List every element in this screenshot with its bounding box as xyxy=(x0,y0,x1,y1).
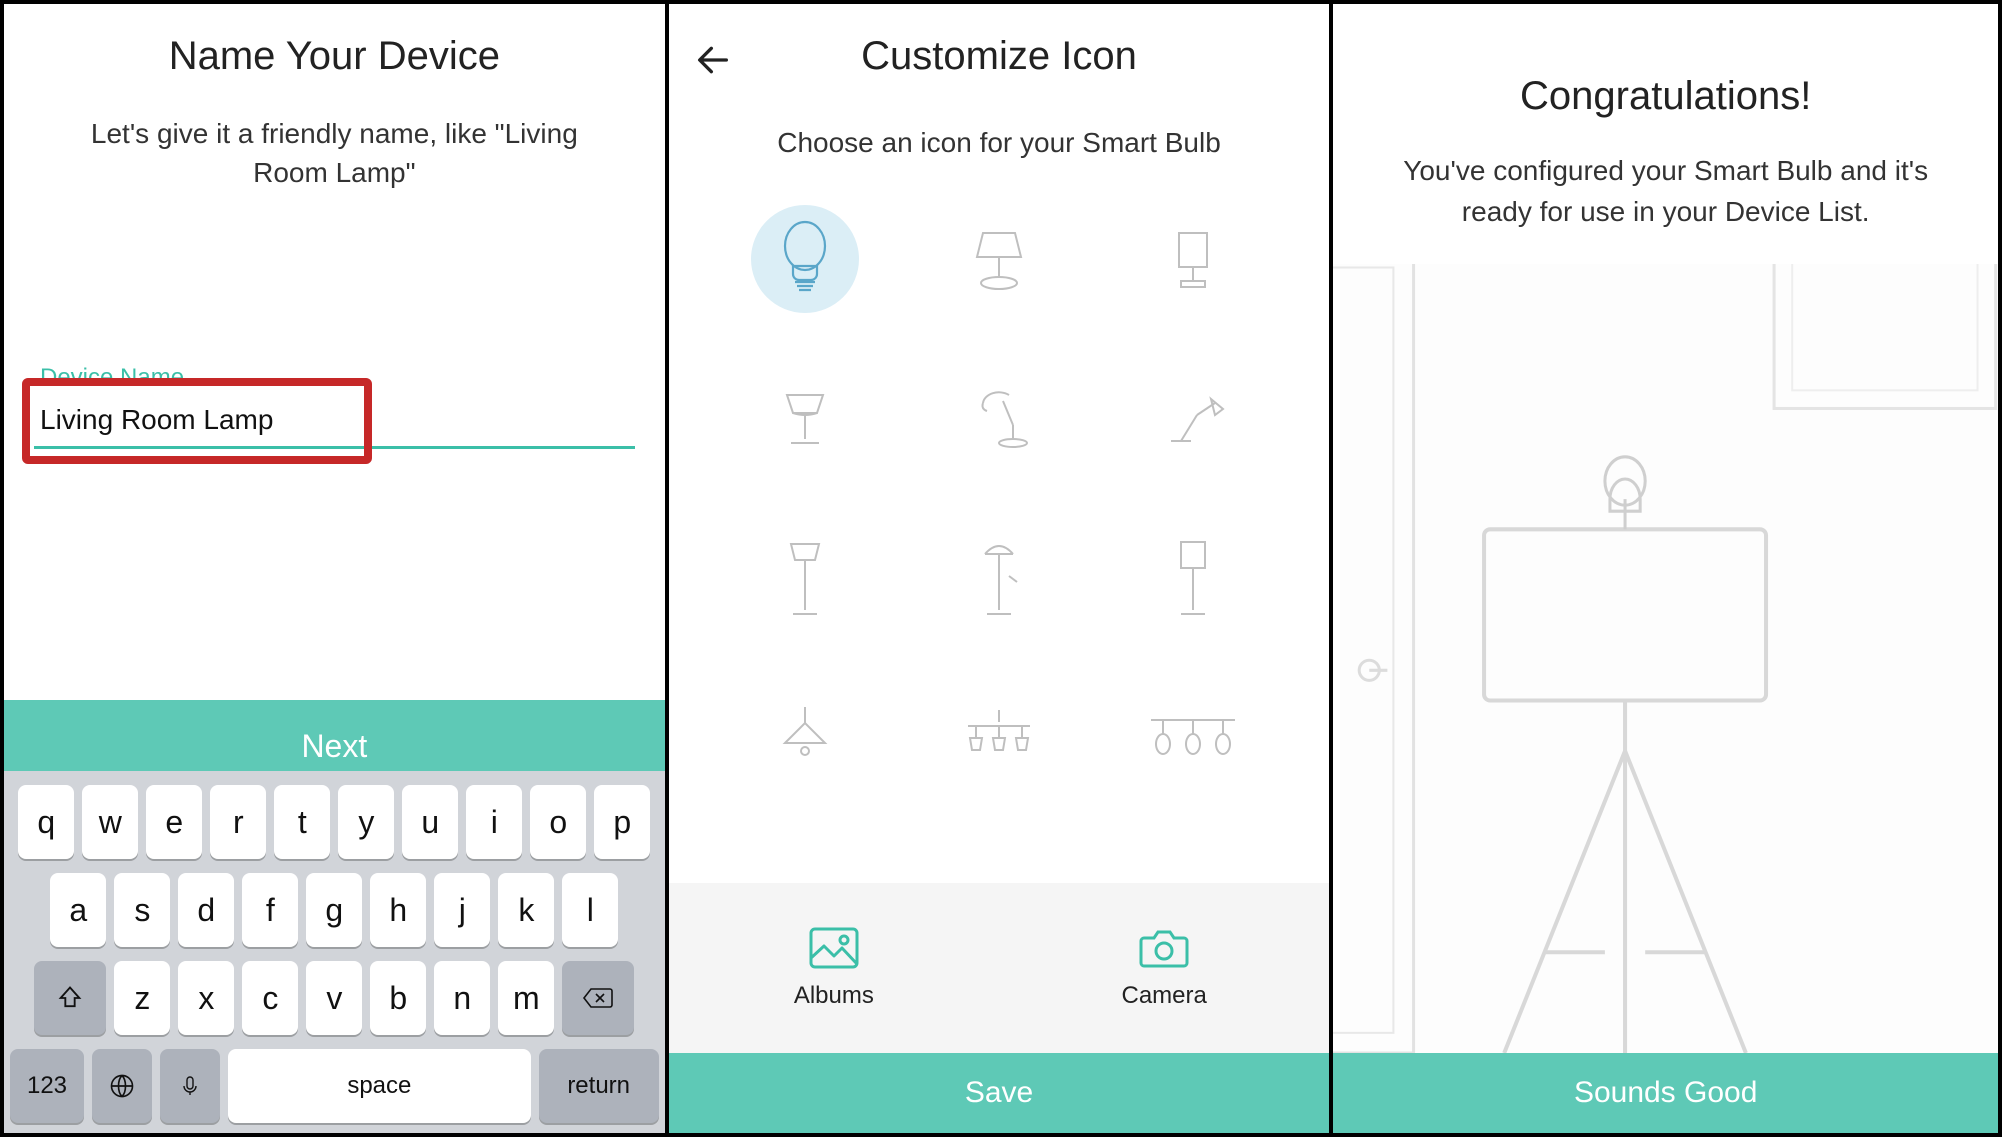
icon-option-table-lamp-classic[interactable] xyxy=(729,359,883,479)
albums-label: Albums xyxy=(794,982,874,1010)
key-j[interactable]: j xyxy=(434,873,490,947)
room-illustration xyxy=(1333,264,1998,1053)
camera-label: Camera xyxy=(1122,982,1207,1010)
key-v[interactable]: v xyxy=(306,961,362,1035)
icon-option-floor-lamp[interactable] xyxy=(729,519,883,639)
back-button[interactable] xyxy=(691,38,735,82)
numbers-key[interactable]: 123 xyxy=(10,1049,84,1123)
key-c[interactable]: c xyxy=(242,961,298,1035)
key-k[interactable]: k xyxy=(498,873,554,947)
key-r[interactable]: r xyxy=(210,785,266,859)
icon-option-box-lamp[interactable] xyxy=(1116,199,1270,319)
device-name-input[interactable] xyxy=(34,398,635,436)
page-title: Name Your Device xyxy=(4,34,665,79)
key-o[interactable]: o xyxy=(530,785,586,859)
space-key[interactable]: space xyxy=(228,1049,531,1123)
key-z[interactable]: z xyxy=(114,961,170,1035)
page-subtitle: Let's give it a friendly name, like "Liv… xyxy=(64,114,605,192)
icon-option-floor-box-lamp[interactable] xyxy=(1116,519,1270,639)
key-n[interactable]: n xyxy=(434,961,490,1035)
key-s[interactable]: s xyxy=(114,873,170,947)
return-key[interactable]: return xyxy=(539,1049,659,1123)
keyboard: qwertyuiop asdfghjkl zxcvbnm 123 space xyxy=(4,771,665,1133)
photo-source-bar: Albums Camera xyxy=(669,883,1330,1053)
camera-icon xyxy=(1138,926,1190,970)
key-q[interactable]: q xyxy=(18,785,74,859)
icon-option-desk-lamp[interactable] xyxy=(922,359,1076,479)
icon-option-bulb[interactable] xyxy=(729,199,883,319)
delete-key[interactable] xyxy=(562,961,634,1035)
key-y[interactable]: y xyxy=(338,785,394,859)
save-button[interactable]: Save xyxy=(669,1053,1330,1133)
key-i[interactable]: i xyxy=(466,785,522,859)
page-title: Customize Icon xyxy=(669,34,1330,79)
key-h[interactable]: h xyxy=(370,873,426,947)
mic-key[interactable] xyxy=(160,1049,220,1123)
save-button-label: Save xyxy=(965,1076,1033,1110)
key-x[interactable]: x xyxy=(178,961,234,1035)
panel-customize-icon: Customize Icon Choose an icon for your S… xyxy=(669,4,1334,1133)
key-a[interactable]: a xyxy=(50,873,106,947)
icon-option-track-lights[interactable] xyxy=(1116,679,1270,799)
key-m[interactable]: m xyxy=(498,961,554,1035)
sounds-good-label: Sounds Good xyxy=(1574,1076,1757,1110)
icon-option-torchiere[interactable] xyxy=(922,519,1076,639)
globe-key[interactable] xyxy=(92,1049,152,1123)
shift-key[interactable] xyxy=(34,961,106,1035)
page-subtitle: You've configured your Smart Bulb and it… xyxy=(1373,151,1958,232)
albums-button[interactable]: Albums xyxy=(669,883,999,1053)
key-f[interactable]: f xyxy=(242,873,298,947)
panel-congratulations: Congratulations! You've configured your … xyxy=(1333,4,1998,1133)
key-d[interactable]: d xyxy=(178,873,234,947)
icon-option-chandelier-triple[interactable] xyxy=(922,679,1076,799)
panel-name-device: Name Your Device Let's give it a friendl… xyxy=(4,4,669,1133)
albums-icon xyxy=(808,926,860,970)
key-t[interactable]: t xyxy=(274,785,330,859)
page-title: Congratulations! xyxy=(1333,74,1998,119)
page-subtitle: Choose an icon for your Smart Bulb xyxy=(669,127,1330,159)
key-b[interactable]: b xyxy=(370,961,426,1035)
key-g[interactable]: g xyxy=(306,873,362,947)
key-l[interactable]: l xyxy=(562,873,618,947)
icon-option-table-lamp-shade[interactable] xyxy=(922,199,1076,319)
camera-button[interactable]: Camera xyxy=(999,883,1329,1053)
key-w[interactable]: w xyxy=(82,785,138,859)
icon-option-pendant[interactable] xyxy=(729,679,883,799)
sounds-good-button[interactable]: Sounds Good xyxy=(1333,1053,1998,1133)
key-u[interactable]: u xyxy=(402,785,458,859)
key-e[interactable]: e xyxy=(146,785,202,859)
key-p[interactable]: p xyxy=(594,785,650,859)
icon-option-arm-lamp[interactable] xyxy=(1116,359,1270,479)
next-button-label: Next xyxy=(301,728,367,764)
device-name-field: Device Name xyxy=(34,364,635,449)
device-name-label: Device Name xyxy=(34,364,635,392)
